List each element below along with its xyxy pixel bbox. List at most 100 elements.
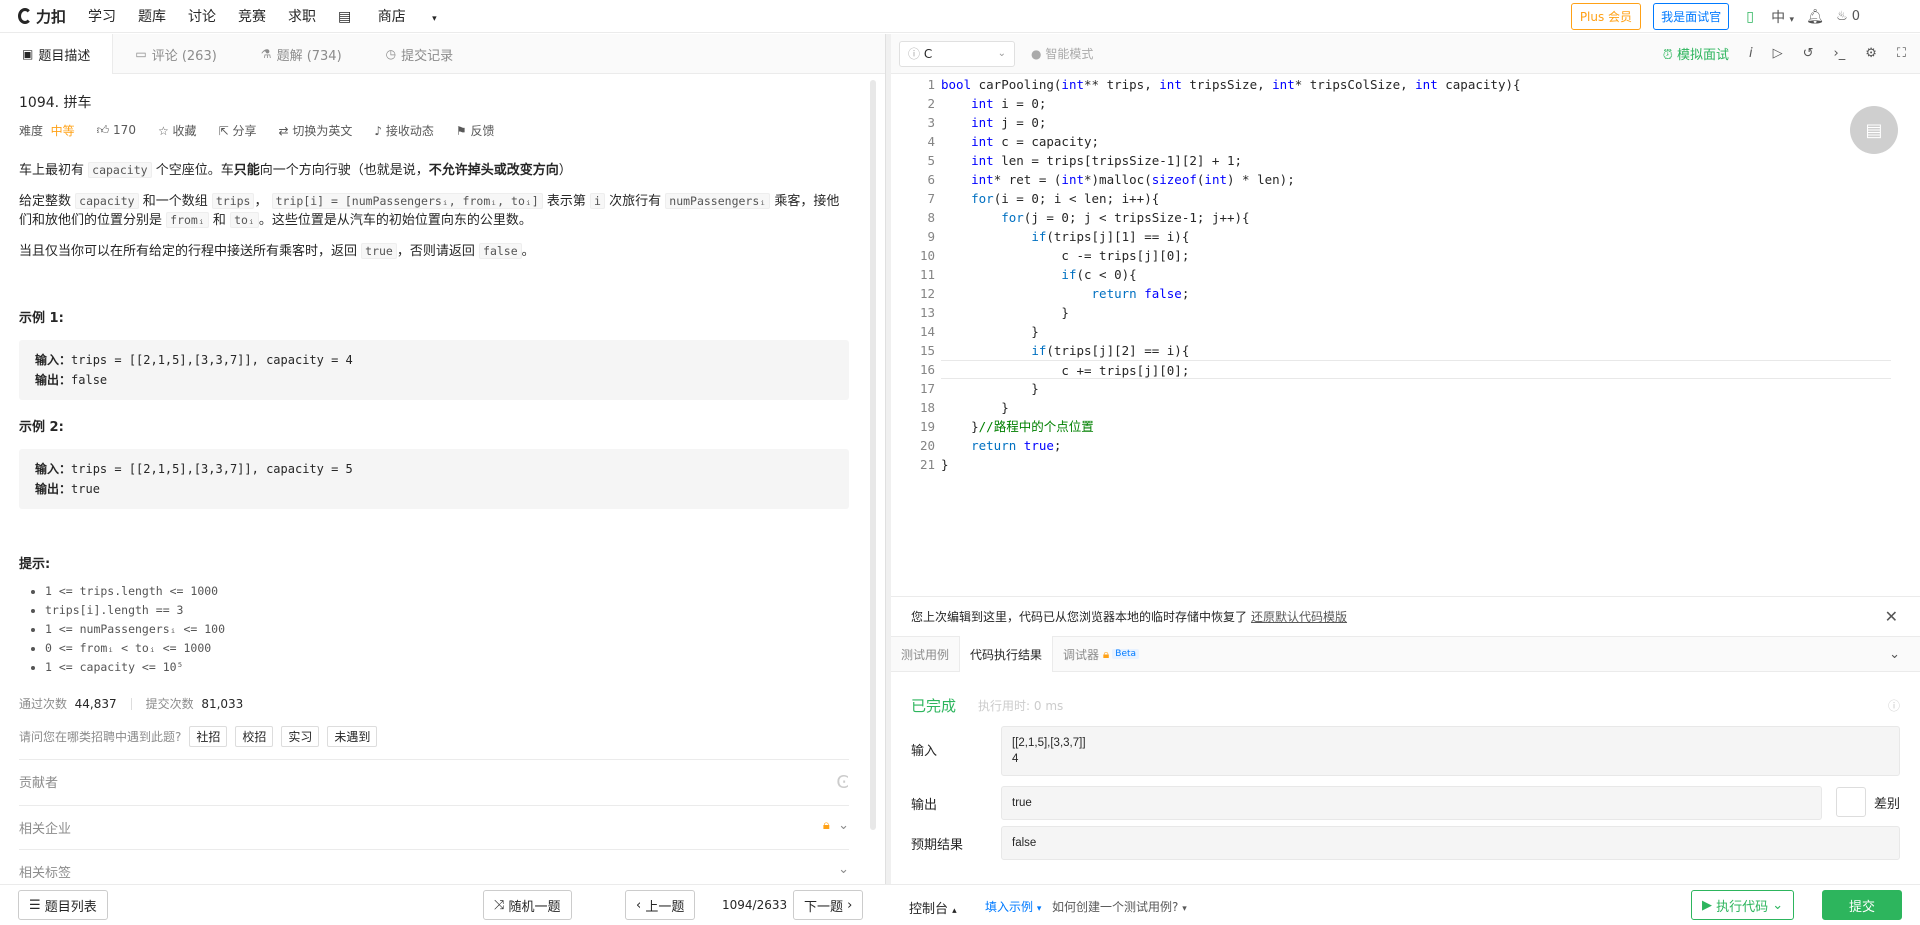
dot-icon: ● xyxy=(1031,47,1042,61)
collect-button[interactable]: ☆ 收藏 xyxy=(158,122,197,139)
mock-interview-button[interactable]: ⏰︎ 模拟面试 xyxy=(1663,44,1729,63)
nav-problems[interactable]: 题库 xyxy=(138,6,166,26)
info-icon[interactable]: i xyxy=(1749,46,1753,61)
recruit-option-social[interactable]: 社招 xyxy=(189,726,228,747)
nav-discuss[interactable]: 讨论 xyxy=(188,6,216,26)
editor-toolbar: ⓘ C ⌄ ● 智能模式 ⏰︎ 模拟面试 i ▷ ↺ ›_ ⚙ ⛶ xyxy=(891,34,1920,74)
play-icon[interactable]: ▷ xyxy=(1773,46,1783,61)
nav-contest[interactable]: 竞赛 xyxy=(238,6,266,26)
tab-testcase[interactable]: 测试用例 xyxy=(891,636,959,672)
console-button[interactable]: 控制台 ▴ xyxy=(909,898,957,917)
debugger-label: 调试器 xyxy=(1063,647,1100,662)
points[interactable]: ♨ 0 xyxy=(1836,9,1860,24)
code-line[interactable]: c -= trips[j][0]; xyxy=(941,246,1891,265)
code-line[interactable]: if(trips[j][1] == i){ xyxy=(941,227,1891,246)
contributors-section[interactable]: 贡献者 Ͼ xyxy=(19,759,849,793)
output-value: true xyxy=(71,482,100,496)
settings-icon[interactable]: ⚙ xyxy=(1865,46,1877,61)
inline-code: numPassengersᵢ xyxy=(665,193,771,209)
diff-checkbox[interactable] xyxy=(1835,787,1866,817)
feedback-button[interactable]: ⚑ 反馈 xyxy=(456,122,495,139)
code-line[interactable]: return false; xyxy=(941,284,1891,303)
tab-comments[interactable]: ▭ 评论 (263) xyxy=(113,34,238,74)
recruit-survey: 请问您在哪类招聘中遇到此题? 社招 校招 实习 未遇到 xyxy=(19,726,849,747)
code-line[interactable]: c += trips[j][0]; xyxy=(941,360,1891,379)
tab-description[interactable]: ▣ 题目描述 xyxy=(0,34,114,74)
notes-icon[interactable]: ▤ xyxy=(1850,106,1898,154)
companies-section[interactable]: 相关企业 🔒︎ ⌄ xyxy=(19,805,849,837)
how-create-label: 如何创建一个测试用例? xyxy=(1052,900,1179,914)
switch-english-button[interactable]: ⇄ 切换为英文 xyxy=(278,122,352,139)
tags-section[interactable]: 相关标签 ⌄ xyxy=(19,849,849,878)
recruit-option-never[interactable]: 未遇到 xyxy=(327,726,378,747)
code-line[interactable]: } xyxy=(941,322,1891,341)
code-line[interactable]: if(c < 0){ xyxy=(941,265,1891,284)
code-line[interactable]: return true; xyxy=(941,436,1891,455)
code-line[interactable]: }//路程中的个点位置 xyxy=(941,417,1891,436)
example-1: 输入：trips = [[2,1,5],[3,3,7]], capacity =… xyxy=(19,340,849,400)
terminal-icon[interactable]: ›_ xyxy=(1834,46,1846,61)
code-line[interactable]: } xyxy=(941,398,1891,417)
chevron-down-icon: ⌄ xyxy=(838,818,849,833)
how-create-testcase[interactable]: 如何创建一个测试用例? ▾ xyxy=(1052,898,1187,915)
inline-code: toᵢ xyxy=(230,212,259,228)
language-switch[interactable]: 中 ▾ xyxy=(1771,7,1794,27)
interviewer-button[interactable]: 我是面试官 xyxy=(1653,3,1730,30)
next-problem-button[interactable]: 下一题 › xyxy=(793,890,864,920)
code-line[interactable]: for(i = 0; i < len; i++){ xyxy=(941,189,1891,208)
close-icon[interactable]: ✕ xyxy=(1885,607,1898,626)
tab-run-result[interactable]: 代码执行结果 xyxy=(959,636,1054,672)
chevron-down-icon: ▾ xyxy=(1789,14,1795,25)
nav-shop[interactable]: ▤ 商店 ▾ xyxy=(338,6,459,26)
fullscreen-icon[interactable]: ⛶ xyxy=(1897,46,1906,61)
problem-list-button[interactable]: ☰ 题目列表 xyxy=(18,890,108,920)
restore-default-link[interactable]: 还原默认代码模版 xyxy=(1251,608,1347,625)
code-line[interactable]: if(trips[j][2] == i){ xyxy=(941,341,1891,360)
submit-button[interactable]: 提交 xyxy=(1822,890,1902,920)
code-line[interactable]: int j = 0; xyxy=(941,113,1891,132)
left-scrollbar[interactable] xyxy=(870,80,876,830)
share-icon: ⇱ xyxy=(218,124,229,138)
tab-submissions[interactable]: ◷ 提交记录 xyxy=(364,34,476,74)
code-line[interactable]: int c = capacity; xyxy=(941,132,1891,151)
run-code-button[interactable]: ▶ 执行代码 ⌄ xyxy=(1691,890,1795,920)
code-line[interactable]: } xyxy=(941,455,1891,474)
code-line[interactable]: } xyxy=(941,379,1891,398)
help-icon[interactable]: ⓘ xyxy=(1888,697,1900,714)
code-line[interactable]: int i = 0; xyxy=(941,94,1891,113)
code-line[interactable]: for(j = 0; j < tripsSize-1; j++){ xyxy=(941,208,1891,227)
code-line[interactable]: } xyxy=(941,303,1891,322)
code-line[interactable]: int* ret = (int*)malloc(sizeof(int) * le… xyxy=(941,170,1891,189)
tab-solutions[interactable]: ⚗ 题解 (734) xyxy=(239,34,364,74)
chevron-down-icon[interactable]: ⌄ xyxy=(1889,647,1900,662)
plus-member-button[interactable]: Plus 会员 xyxy=(1570,3,1642,30)
recruit-option-intern[interactable]: 实习 xyxy=(281,726,320,747)
diff-toggle[interactable]: 差别 xyxy=(1835,786,1900,818)
follow-button[interactable]: ♪ 接收动态 xyxy=(374,122,434,139)
code-area[interactable]: bool carPooling(int** trips, int tripsSi… xyxy=(941,75,1891,474)
fill-example-button[interactable]: 填入示例 ▾ xyxy=(985,898,1041,915)
reset-icon[interactable]: ↺ xyxy=(1803,46,1814,61)
share-button[interactable]: ⇱ 分享 xyxy=(219,122,257,139)
line-number: 1 xyxy=(927,77,935,92)
inline-code: i xyxy=(590,193,605,209)
inline-code: fromᵢ xyxy=(166,212,209,228)
bell-icon[interactable]: 🔔︎ xyxy=(1806,8,1824,26)
play-icon: ▶ xyxy=(1702,897,1712,913)
difficulty-label: 难度 xyxy=(19,124,44,138)
language-select[interactable]: ⓘ C ⌄ xyxy=(899,40,1015,67)
nav-jobs[interactable]: 求职 xyxy=(288,6,316,26)
recruit-option-campus[interactable]: 校招 xyxy=(235,726,274,747)
random-problem-button[interactable]: ⤨ 随机一题 xyxy=(483,890,572,920)
like-button[interactable]: 👍︎ 170 xyxy=(97,123,136,138)
logo[interactable]: 力扣 xyxy=(18,6,66,27)
code-line[interactable]: int len = trips[tripsSize-1][2] + 1; xyxy=(941,151,1891,170)
smart-mode-toggle[interactable]: ● 智能模式 xyxy=(1031,45,1093,62)
code-editor[interactable]: 1 2 3 4 5 6 7 8 9 10 11 12 13 14 15 16 17 18 19 20 21 bool c… xyxy=(891,75,1920,595)
prev-problem-button[interactable]: ‹ 上一题 xyxy=(625,890,696,920)
code-line[interactable]: bool carPooling(int** trips, int tripsSi… xyxy=(941,75,1891,94)
phone-icon[interactable]: ▯ xyxy=(1741,8,1759,26)
input-line: [[2,1,5],[3,3,7]] xyxy=(1012,737,1086,749)
nav-learn[interactable]: 学习 xyxy=(88,6,116,26)
tab-debugger[interactable]: 调试器 🔒︎ Beta xyxy=(1053,636,1149,672)
